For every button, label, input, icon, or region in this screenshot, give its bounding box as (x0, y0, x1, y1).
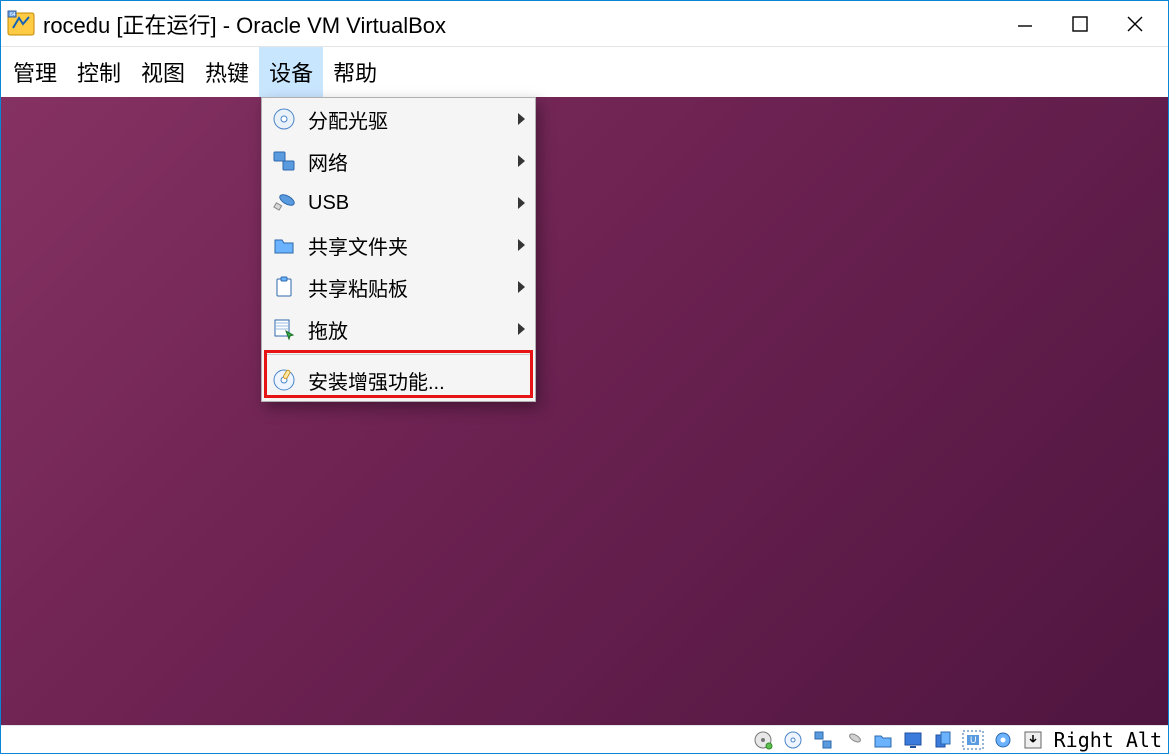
optical-disc-icon[interactable] (781, 728, 805, 752)
menu-item-label: 安装增强功能... (308, 366, 527, 395)
virtualbox-app-icon: 64 (7, 10, 35, 38)
menu-label: 管理 (13, 56, 57, 88)
host-key-label: Right Alt (1054, 728, 1164, 752)
statusbar: U Right Alt (1, 725, 1168, 753)
window-title: rocedu [正在运行] - Oracle VM VirtualBox (43, 8, 997, 40)
titlebar: 64 rocedu [正在运行] - Oracle VM VirtualBox (1, 1, 1168, 47)
menu-hotkeys[interactable]: 热键 (195, 47, 259, 97)
optical-drive-icon (270, 105, 298, 133)
folder-indicator-icon[interactable] (871, 728, 895, 752)
svg-text:U: U (970, 735, 977, 745)
menu-item-label: 共享文件夹 (308, 231, 527, 260)
submenu-arrow-icon (518, 113, 525, 125)
app-window: 64 rocedu [正在运行] - Oracle VM VirtualBox … (0, 0, 1169, 754)
submenu-arrow-icon (518, 155, 525, 167)
menu-label: 热键 (205, 56, 249, 88)
menu-item-usb[interactable]: USB (262, 182, 535, 224)
svg-text:64: 64 (10, 12, 16, 18)
menu-manage[interactable]: 管理 (3, 47, 67, 97)
menu-label: 视图 (141, 56, 185, 88)
hard-disk-icon[interactable] (751, 728, 775, 752)
menu-item-shared-clipboard[interactable]: 共享粘贴板 (262, 266, 535, 308)
network-indicator-icon[interactable] (811, 728, 835, 752)
minimize-button[interactable] (997, 1, 1052, 46)
submenu-arrow-icon (518, 281, 525, 293)
drag-drop-icon (270, 315, 298, 343)
usb-indicator-icon[interactable] (841, 728, 865, 752)
menu-devices[interactable]: 设备 (259, 47, 323, 97)
menu-help[interactable]: 帮助 (323, 47, 387, 97)
download-icon[interactable] (1021, 728, 1045, 752)
menu-control[interactable]: 控制 (67, 47, 131, 97)
menu-view[interactable]: 视图 (131, 47, 195, 97)
menu-item-label: 共享粘贴板 (308, 273, 527, 302)
menu-item-drag-and-drop[interactable]: 拖放 (262, 308, 535, 350)
settings-gear-icon[interactable] (991, 728, 1015, 752)
submenu-arrow-icon (518, 323, 525, 335)
menu-item-label: USB (308, 192, 527, 215)
menu-item-shared-folders[interactable]: 共享文件夹 (262, 224, 535, 266)
menu-item-label: 分配光驱 (308, 105, 527, 134)
menu-separator (264, 354, 533, 355)
menu-label: 设备 (269, 56, 313, 88)
guest-additions-icon (270, 366, 298, 394)
menu-item-label: 网络 (308, 147, 527, 176)
devices-dropdown: 分配光驱 网络 USB 共享文件夹 (261, 97, 536, 402)
network-icon (270, 147, 298, 175)
menu-item-network[interactable]: 网络 (262, 140, 535, 182)
display-capture-icon[interactable] (901, 728, 925, 752)
menu-item-optical-drives[interactable]: 分配光驱 (262, 98, 535, 140)
submenu-arrow-icon (518, 239, 525, 251)
menu-item-label: 拖放 (308, 315, 527, 344)
menu-label: 控制 (77, 56, 121, 88)
menu-label: 帮助 (333, 56, 377, 88)
clipboard-indicator-icon[interactable] (931, 728, 955, 752)
shared-folder-icon (270, 231, 298, 259)
submenu-arrow-icon (518, 197, 525, 209)
menu-item-install-guest-additions[interactable]: 安装增强功能... (262, 359, 535, 401)
menubar: 管理 控制 视图 热键 设备 帮助 (1, 47, 1168, 97)
maximize-button[interactable] (1052, 1, 1107, 46)
clipboard-icon (270, 273, 298, 301)
unity-icon[interactable]: U (961, 728, 985, 752)
vm-viewport[interactable]: 分配光驱 网络 USB 共享文件夹 (1, 97, 1168, 725)
usb-icon (270, 189, 298, 217)
close-button[interactable] (1107, 1, 1162, 46)
